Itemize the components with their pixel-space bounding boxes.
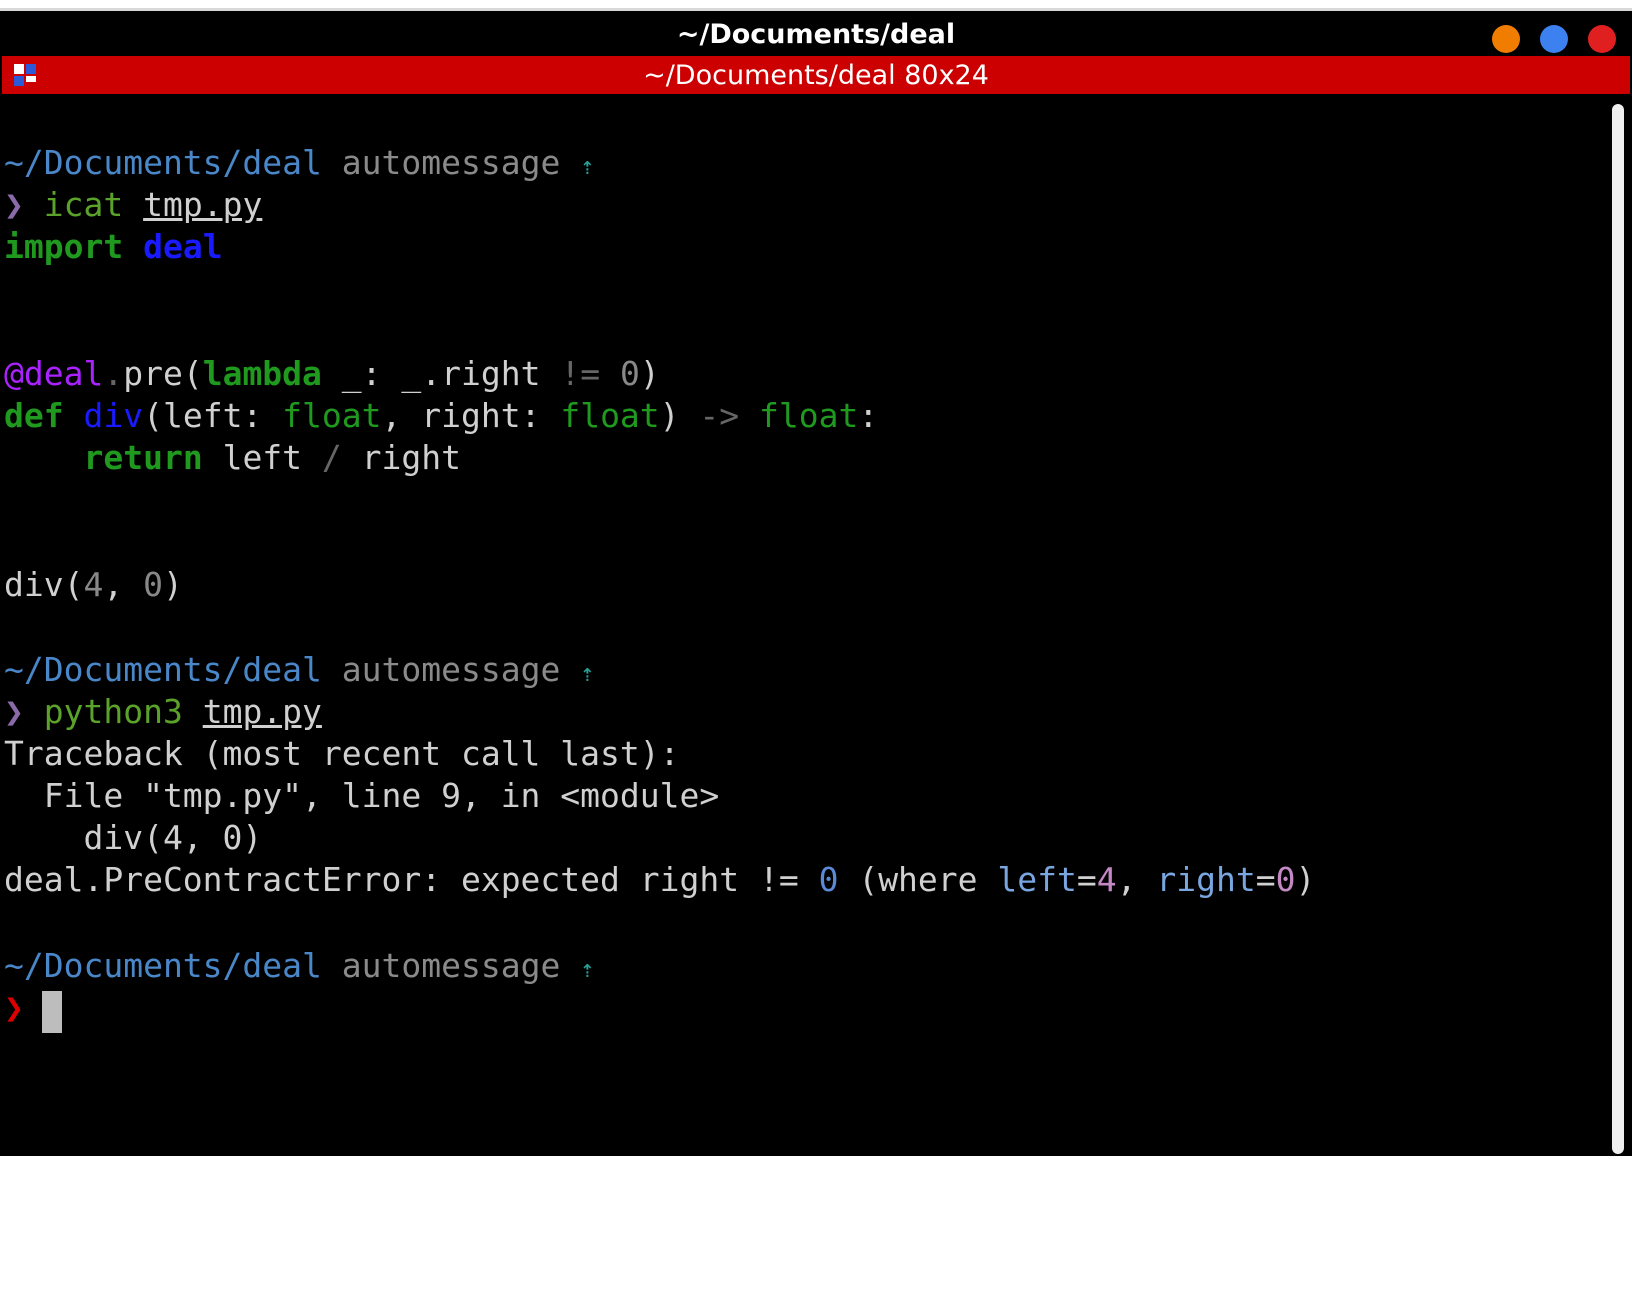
prompt-line: ~/Documents/deal automessage ⇡ [4, 945, 595, 987]
active-command-line[interactable]: ❯ [4, 987, 204, 1033]
prompt-branch: automessage [341, 650, 561, 689]
terminal-output[interactable]: ~/Documents/deal automessage ⇡ ❯ icat tm… [4, 142, 1604, 1142]
prompt-branch: automessage [341, 946, 561, 985]
git-ahead-icon: ⇡ [580, 955, 595, 983]
command-arg-file: tmp.py [143, 185, 263, 224]
command-arg-file: tmp.py [202, 692, 322, 731]
prompt-symbol: ❯ [4, 185, 24, 224]
git-ahead-icon: ⇡ [580, 659, 595, 687]
code-line: import deal [4, 227, 223, 266]
prompt-path: ~/Documents/deal [4, 946, 322, 985]
prompt-symbol: ❯ [4, 988, 24, 1027]
command-line: ❯ python3 tmp.py [4, 691, 322, 733]
scrollbar[interactable] [1612, 104, 1624, 1154]
minimize-button[interactable] [1492, 25, 1520, 53]
text-cursor [42, 991, 62, 1033]
close-button[interactable] [1588, 25, 1616, 53]
traceback-file-line: File "tmp.py", line 9, in <module> [4, 776, 720, 815]
traceback-code-line: div(4, 0) [4, 818, 263, 857]
git-ahead-icon: ⇡ [580, 152, 595, 180]
code-line: return left / right [83, 438, 462, 477]
prompt-branch: automessage [341, 143, 561, 182]
maximize-button[interactable] [1540, 25, 1568, 53]
command-name: icat [43, 185, 124, 224]
prompt-path: ~/Documents/deal [4, 650, 322, 689]
prompt-line: ~/Documents/deal automessage ⇡ [4, 142, 595, 184]
error-message: deal.PreContractError: expected right !=… [4, 860, 1316, 899]
command-name: python3 [43, 692, 183, 731]
prompt-path: ~/Documents/deal [4, 143, 322, 182]
window-title: ~/Documents/deal [676, 19, 956, 50]
tab-title: ~/Documents/deal 80x24 [643, 60, 989, 91]
tab-bar[interactable]: ~/Documents/deal 80x24 [2, 56, 1630, 94]
traceback-header: Traceback (most recent call last): [4, 734, 680, 773]
terminal-window: ~/Documents/deal ~/Documents/deal 80x24 … [0, 8, 1632, 1156]
prompt-line: ~/Documents/deal automessage ⇡ [4, 649, 595, 691]
code-line: def div(left: float, right: float) -> fl… [4, 396, 879, 435]
code-line: @deal.pre(lambda _: _.right != 0) [4, 354, 660, 393]
command-line: ❯ icat tmp.py [4, 184, 262, 226]
prompt-symbol: ❯ [4, 692, 24, 731]
code-line: div(4, 0) [4, 565, 183, 604]
title-bar[interactable]: ~/Documents/deal [0, 8, 1632, 56]
